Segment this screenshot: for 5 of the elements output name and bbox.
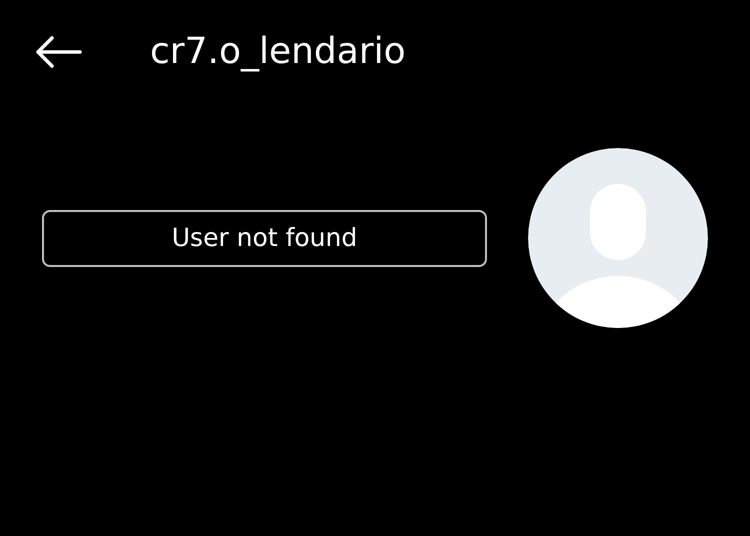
back-arrow-icon [34, 36, 82, 68]
user-not-found-button[interactable]: User not found [42, 210, 487, 266]
username-title: cr7.o_lendario [150, 34, 406, 70]
avatar-icon [528, 148, 708, 328]
back-button[interactable] [34, 36, 82, 68]
